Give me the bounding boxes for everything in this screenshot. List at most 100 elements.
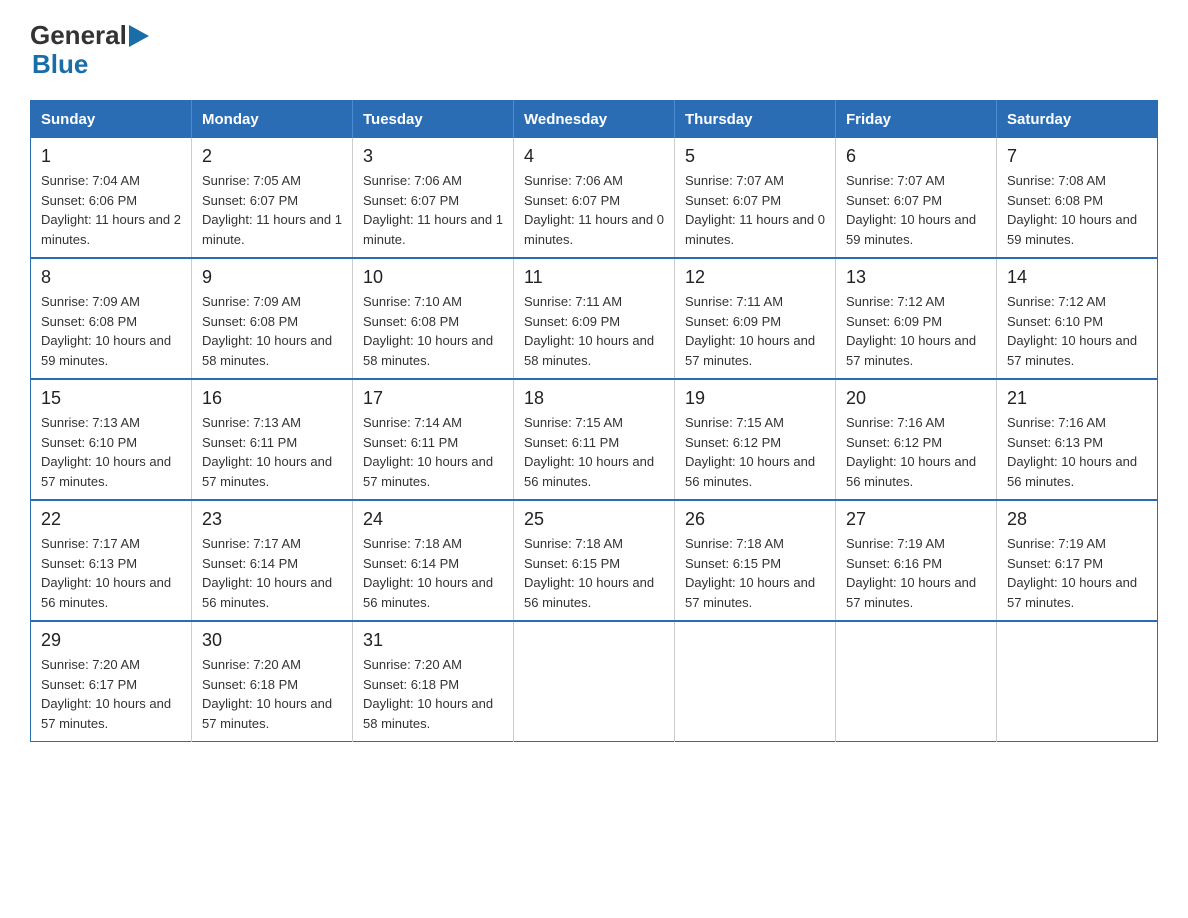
calendar-cell	[675, 621, 836, 742]
day-info: Sunrise: 7:17 AMSunset: 6:14 PMDaylight:…	[202, 534, 342, 612]
calendar-cell: 4 Sunrise: 7:06 AMSunset: 6:07 PMDayligh…	[514, 138, 675, 258]
day-number: 16	[202, 388, 342, 409]
calendar-cell: 10 Sunrise: 7:10 AMSunset: 6:08 PMDaylig…	[353, 258, 514, 379]
day-info: Sunrise: 7:12 AMSunset: 6:10 PMDaylight:…	[1007, 292, 1147, 370]
logo: General Blue	[30, 20, 149, 80]
day-number: 11	[524, 267, 664, 288]
day-info: Sunrise: 7:07 AMSunset: 6:07 PMDaylight:…	[685, 171, 825, 249]
weekday-header-wednesday: Wednesday	[514, 101, 675, 139]
logo-arrow-icon	[129, 25, 149, 47]
calendar-cell: 19 Sunrise: 7:15 AMSunset: 6:12 PMDaylig…	[675, 379, 836, 500]
day-number: 8	[41, 267, 181, 288]
calendar-week-row: 8 Sunrise: 7:09 AMSunset: 6:08 PMDayligh…	[31, 258, 1158, 379]
day-number: 25	[524, 509, 664, 530]
day-number: 20	[846, 388, 986, 409]
calendar-week-row: 1 Sunrise: 7:04 AMSunset: 6:06 PMDayligh…	[31, 138, 1158, 258]
day-info: Sunrise: 7:05 AMSunset: 6:07 PMDaylight:…	[202, 171, 342, 249]
calendar-cell: 30 Sunrise: 7:20 AMSunset: 6:18 PMDaylig…	[192, 621, 353, 742]
day-info: Sunrise: 7:11 AMSunset: 6:09 PMDaylight:…	[685, 292, 825, 370]
day-number: 29	[41, 630, 181, 651]
calendar-cell: 9 Sunrise: 7:09 AMSunset: 6:08 PMDayligh…	[192, 258, 353, 379]
day-number: 12	[685, 267, 825, 288]
day-number: 4	[524, 146, 664, 167]
day-number: 22	[41, 509, 181, 530]
calendar-cell	[836, 621, 997, 742]
logo-general-text: General	[30, 20, 127, 51]
day-number: 1	[41, 146, 181, 167]
day-number: 15	[41, 388, 181, 409]
day-number: 13	[846, 267, 986, 288]
day-info: Sunrise: 7:04 AMSunset: 6:06 PMDaylight:…	[41, 171, 181, 249]
day-number: 14	[1007, 267, 1147, 288]
day-number: 26	[685, 509, 825, 530]
day-number: 3	[363, 146, 503, 167]
day-info: Sunrise: 7:16 AMSunset: 6:12 PMDaylight:…	[846, 413, 986, 491]
day-info: Sunrise: 7:19 AMSunset: 6:16 PMDaylight:…	[846, 534, 986, 612]
day-number: 6	[846, 146, 986, 167]
calendar-week-row: 22 Sunrise: 7:17 AMSunset: 6:13 PMDaylig…	[31, 500, 1158, 621]
day-info: Sunrise: 7:14 AMSunset: 6:11 PMDaylight:…	[363, 413, 503, 491]
day-number: 27	[846, 509, 986, 530]
calendar-week-row: 15 Sunrise: 7:13 AMSunset: 6:10 PMDaylig…	[31, 379, 1158, 500]
calendar-table: SundayMondayTuesdayWednesdayThursdayFrid…	[30, 100, 1158, 742]
calendar-cell: 12 Sunrise: 7:11 AMSunset: 6:09 PMDaylig…	[675, 258, 836, 379]
day-number: 17	[363, 388, 503, 409]
day-number: 5	[685, 146, 825, 167]
day-number: 10	[363, 267, 503, 288]
calendar-cell: 27 Sunrise: 7:19 AMSunset: 6:16 PMDaylig…	[836, 500, 997, 621]
calendar-cell: 6 Sunrise: 7:07 AMSunset: 6:07 PMDayligh…	[836, 138, 997, 258]
calendar-cell: 24 Sunrise: 7:18 AMSunset: 6:14 PMDaylig…	[353, 500, 514, 621]
day-info: Sunrise: 7:20 AMSunset: 6:18 PMDaylight:…	[202, 655, 342, 733]
calendar-cell: 8 Sunrise: 7:09 AMSunset: 6:08 PMDayligh…	[31, 258, 192, 379]
day-info: Sunrise: 7:09 AMSunset: 6:08 PMDaylight:…	[41, 292, 181, 370]
day-number: 2	[202, 146, 342, 167]
calendar-week-row: 29 Sunrise: 7:20 AMSunset: 6:17 PMDaylig…	[31, 621, 1158, 742]
day-info: Sunrise: 7:07 AMSunset: 6:07 PMDaylight:…	[846, 171, 986, 249]
calendar-cell	[997, 621, 1158, 742]
weekday-header-monday: Monday	[192, 101, 353, 139]
calendar-cell: 18 Sunrise: 7:15 AMSunset: 6:11 PMDaylig…	[514, 379, 675, 500]
calendar-cell: 13 Sunrise: 7:12 AMSunset: 6:09 PMDaylig…	[836, 258, 997, 379]
calendar-cell: 16 Sunrise: 7:13 AMSunset: 6:11 PMDaylig…	[192, 379, 353, 500]
calendar-cell: 29 Sunrise: 7:20 AMSunset: 6:17 PMDaylig…	[31, 621, 192, 742]
calendar-cell: 22 Sunrise: 7:17 AMSunset: 6:13 PMDaylig…	[31, 500, 192, 621]
day-info: Sunrise: 7:09 AMSunset: 6:08 PMDaylight:…	[202, 292, 342, 370]
calendar-cell: 26 Sunrise: 7:18 AMSunset: 6:15 PMDaylig…	[675, 500, 836, 621]
day-number: 21	[1007, 388, 1147, 409]
day-info: Sunrise: 7:12 AMSunset: 6:09 PMDaylight:…	[846, 292, 986, 370]
day-number: 9	[202, 267, 342, 288]
weekday-header-friday: Friday	[836, 101, 997, 139]
day-number: 28	[1007, 509, 1147, 530]
calendar-cell	[514, 621, 675, 742]
calendar-cell: 7 Sunrise: 7:08 AMSunset: 6:08 PMDayligh…	[997, 138, 1158, 258]
day-number: 19	[685, 388, 825, 409]
day-number: 24	[363, 509, 503, 530]
day-number: 31	[363, 630, 503, 651]
day-info: Sunrise: 7:18 AMSunset: 6:15 PMDaylight:…	[685, 534, 825, 612]
calendar-cell: 15 Sunrise: 7:13 AMSunset: 6:10 PMDaylig…	[31, 379, 192, 500]
day-info: Sunrise: 7:13 AMSunset: 6:10 PMDaylight:…	[41, 413, 181, 491]
weekday-header-thursday: Thursday	[675, 101, 836, 139]
day-info: Sunrise: 7:11 AMSunset: 6:09 PMDaylight:…	[524, 292, 664, 370]
page-header: General Blue	[30, 20, 1158, 80]
day-info: Sunrise: 7:10 AMSunset: 6:08 PMDaylight:…	[363, 292, 503, 370]
weekday-header-row: SundayMondayTuesdayWednesdayThursdayFrid…	[31, 101, 1158, 139]
calendar-cell: 31 Sunrise: 7:20 AMSunset: 6:18 PMDaylig…	[353, 621, 514, 742]
day-info: Sunrise: 7:18 AMSunset: 6:14 PMDaylight:…	[363, 534, 503, 612]
day-info: Sunrise: 7:15 AMSunset: 6:11 PMDaylight:…	[524, 413, 664, 491]
calendar-cell: 17 Sunrise: 7:14 AMSunset: 6:11 PMDaylig…	[353, 379, 514, 500]
calendar-cell: 20 Sunrise: 7:16 AMSunset: 6:12 PMDaylig…	[836, 379, 997, 500]
calendar-cell: 23 Sunrise: 7:17 AMSunset: 6:14 PMDaylig…	[192, 500, 353, 621]
weekday-header-tuesday: Tuesday	[353, 101, 514, 139]
day-number: 23	[202, 509, 342, 530]
day-number: 18	[524, 388, 664, 409]
calendar-cell: 1 Sunrise: 7:04 AMSunset: 6:06 PMDayligh…	[31, 138, 192, 258]
day-info: Sunrise: 7:06 AMSunset: 6:07 PMDaylight:…	[524, 171, 664, 249]
calendar-cell: 2 Sunrise: 7:05 AMSunset: 6:07 PMDayligh…	[192, 138, 353, 258]
day-info: Sunrise: 7:19 AMSunset: 6:17 PMDaylight:…	[1007, 534, 1147, 612]
calendar-cell: 21 Sunrise: 7:16 AMSunset: 6:13 PMDaylig…	[997, 379, 1158, 500]
calendar-cell: 5 Sunrise: 7:07 AMSunset: 6:07 PMDayligh…	[675, 138, 836, 258]
day-info: Sunrise: 7:15 AMSunset: 6:12 PMDaylight:…	[685, 413, 825, 491]
calendar-cell: 3 Sunrise: 7:06 AMSunset: 6:07 PMDayligh…	[353, 138, 514, 258]
day-info: Sunrise: 7:13 AMSunset: 6:11 PMDaylight:…	[202, 413, 342, 491]
